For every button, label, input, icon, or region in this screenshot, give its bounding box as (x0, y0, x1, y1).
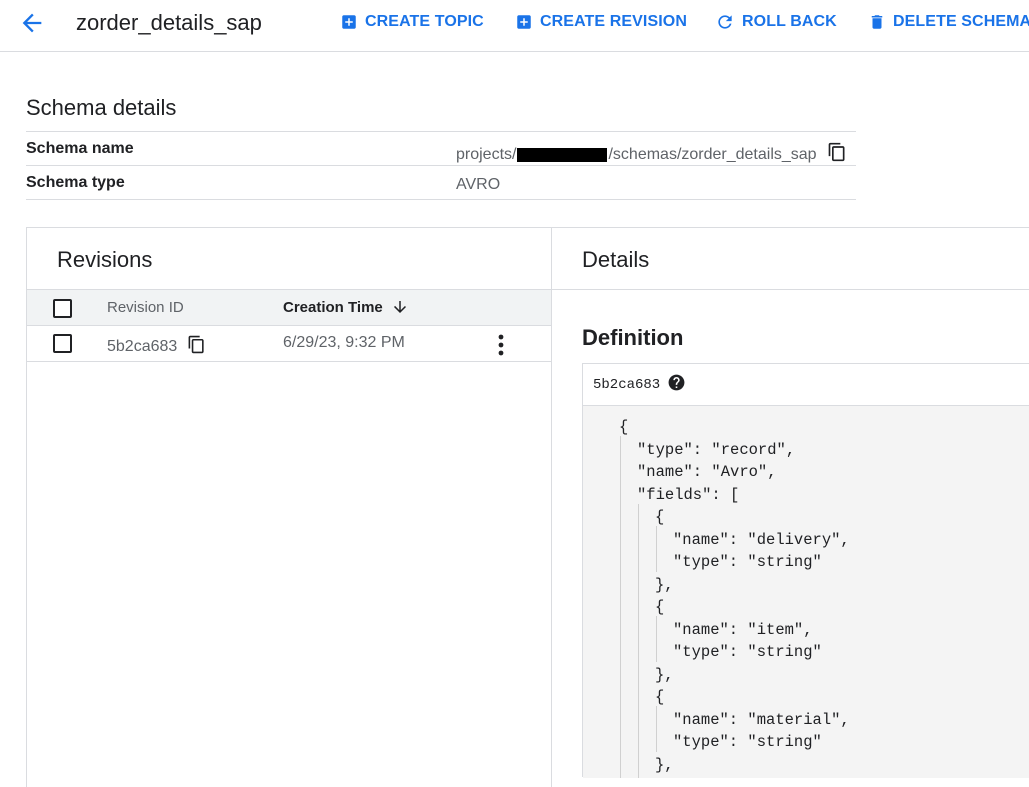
code-line: "name": "Avro", (637, 463, 777, 481)
row-checkbox[interactable] (53, 334, 72, 353)
code-line: "fields": [ (637, 486, 740, 504)
copy-revision-id-button[interactable] (187, 335, 206, 359)
code-line: "type": "record", (637, 441, 796, 459)
revisions-table-header: Revision ID Creation Time (27, 289, 551, 326)
refresh-icon (718, 15, 732, 29)
revisions-title: Revisions (57, 247, 153, 272)
indent-guide (656, 706, 657, 752)
schema-name-row: Schema name projects/ /schemas/zorder_de… (26, 132, 856, 166)
creation-time-header-label: Creation Time (283, 298, 383, 316)
indent-guide (620, 436, 621, 778)
indent-guide (656, 526, 657, 572)
back-button[interactable] (18, 9, 46, 37)
revision-id-header: Revision ID (107, 299, 184, 316)
copy-icon (828, 142, 845, 162)
code-line: "name": "item", (673, 621, 813, 639)
create-topic-label: CREATE TOPIC (365, 13, 484, 30)
code-editor[interactable]: { "type": "record", "name": "Avro", "fie… (583, 406, 1029, 778)
definition-box: 5b2ca683 { "type": "record", "name": "Av… (582, 363, 1029, 778)
top-bar: zorder_details_sap CREATE TOPIC CREATE R… (0, 0, 1029, 52)
code-line: }, (655, 576, 674, 594)
arrow-down-icon (393, 301, 406, 313)
creation-time-header[interactable]: Creation Time (283, 298, 409, 316)
code-line: "type": "string" (673, 643, 822, 661)
schema-type-label: Schema type (26, 174, 125, 191)
details-panel: Details Definition 5b2ca683 { "type": "r… (551, 227, 1029, 787)
create-topic-button[interactable]: CREATE TOPIC (340, 12, 484, 32)
code-line: "name": "delivery", (673, 531, 850, 549)
delete-icon (871, 15, 883, 29)
revisions-panel: Revisions Revision ID Creation Time 5b2c… (26, 227, 552, 787)
indent-guide (656, 616, 657, 662)
help-icon (668, 374, 685, 390)
details-title: Details (582, 247, 650, 272)
roll-back-button[interactable]: ROLL BACK (715, 12, 837, 32)
revision-id-cell: 5b2ca683 (107, 335, 206, 359)
schema-type-value: AVRO (456, 176, 501, 193)
code-line: { (655, 508, 665, 526)
schema-name-label: Schema name (26, 140, 134, 157)
indent-guide (638, 504, 639, 778)
roll-back-label: ROLL BACK (742, 13, 837, 30)
creation-time-cell: 6/29/23, 9:32 PM (283, 334, 405, 351)
schema-details-title: Schema details (26, 95, 177, 120)
definition-revision-id: 5b2ca683 (593, 376, 661, 393)
add-box-icon (342, 15, 356, 29)
revision-id-value: 5b2ca683 (107, 338, 178, 355)
redacted-project-id (517, 147, 608, 162)
delete-schema-button[interactable]: DELETE SCHEMA (868, 12, 1029, 32)
schema-name-suffix: /schemas/zorder_details_sap (608, 145, 817, 163)
delete-schema-label: DELETE SCHEMA (893, 13, 1029, 30)
table-row[interactable]: 5b2ca683 6/29/23, 9:32 PM (27, 326, 551, 362)
page-title: zorder_details_sap (76, 10, 262, 35)
create-revision-label: CREATE REVISION (540, 13, 687, 30)
schema-name-prefix: projects/ (456, 145, 517, 163)
code-line: { (619, 418, 629, 436)
select-all-checkbox[interactable] (53, 299, 72, 318)
details-divider (551, 289, 1029, 290)
arrow-back-icon (22, 13, 42, 33)
schema-name-value: projects/ /schemas/zorder_details_sap (456, 142, 847, 167)
code-line: }, (655, 756, 674, 774)
help-button[interactable] (667, 373, 686, 397)
code-line: }, (655, 666, 674, 684)
definition-title: Definition (582, 325, 684, 350)
copy-schema-name-button[interactable] (827, 142, 847, 167)
add-box-icon (517, 15, 531, 29)
code-line: { (655, 688, 665, 706)
definition-header: 5b2ca683 (583, 364, 1029, 406)
code-line: "type": "string" (673, 733, 822, 751)
more-vert-icon (498, 334, 504, 356)
create-revision-button[interactable]: CREATE REVISION (515, 12, 687, 32)
schema-type-row: Schema type AVRO (26, 166, 856, 200)
code-line: "name": "material", (673, 711, 850, 729)
code-line: "type": "string" (673, 553, 822, 571)
row-actions-button[interactable] (493, 332, 509, 358)
schema-details-table: Schema name projects/ /schemas/zorder_de… (26, 131, 856, 200)
copy-icon (188, 335, 204, 354)
code-line: { (655, 598, 665, 616)
